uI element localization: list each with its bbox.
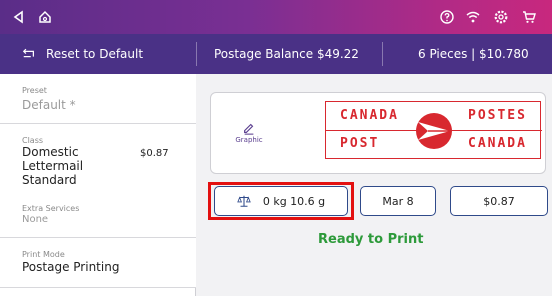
class-value-line3: Standard [22,173,77,187]
settings-sidebar: Preset Default * Class Domestic Letterma… [0,74,196,296]
back-triangle-icon[interactable] [10,8,28,26]
cart-icon[interactable] [520,8,538,26]
pieces-summary[interactable]: 6 Pieces | $10.780 [418,34,529,74]
preset-label: Preset [22,86,47,95]
stamp-text-post: POST [340,136,380,151]
ready-to-print-status: Ready to Print [318,232,424,247]
extra-services-label: Extra Services [22,204,80,213]
print-mode-section[interactable]: Print Mode Postage Printing [0,238,196,288]
status-bar [0,0,552,34]
print-preview-card: Graphic CANADA POSTES POST CANADA [210,92,546,174]
extra-services-value: None [22,214,49,225]
postage-amount-value: $0.87 [483,194,515,208]
main-panel: Graphic CANADA POSTES POST CANADA 0 kg 1… [196,74,552,296]
reset-arrow-icon [22,48,34,58]
pencil-icon [244,123,254,135]
divider [382,42,383,66]
print-mode-label: Print Mode [22,250,65,259]
canada-post-indicia: CANADA POSTES POST CANADA [325,101,542,159]
canada-post-logo-icon [416,113,452,149]
postage-balance[interactable]: Postage Balance $49.22 [214,34,359,74]
stamp-text-canada-fr: CANADA [468,136,527,151]
class-label: Class [22,136,44,145]
graphic-button[interactable]: Graphic [229,121,269,144]
class-price: $0.87 [140,148,169,159]
class-section[interactable]: Class Domestic Lettermail Standard $0.87… [0,124,196,238]
reset-label: Reset to Default [46,47,144,61]
date-value: Mar 8 [382,194,414,208]
preset-value: Default * [22,98,76,112]
reset-to-default-button[interactable]: Reset to Default [22,34,143,74]
date-button[interactable]: Mar 8 [360,186,436,216]
postage-balance-label: Postage Balance $49.22 [214,47,359,61]
class-value-line1: Domestic [22,145,79,159]
home-icon[interactable] [36,8,54,26]
class-value-line2: Lettermail [22,159,84,173]
help-icon[interactable] [438,8,456,26]
settings-icon[interactable] [492,8,510,26]
pieces-summary-label: 6 Pieces | $10.780 [418,47,529,61]
stamp-text-postes: POSTES [468,108,527,123]
postage-amount-button[interactable]: $0.87 [450,186,548,216]
weight-highlight-box [208,182,354,220]
action-bar: Reset to Default Postage Balance $49.22 … [0,34,552,74]
preset-section[interactable]: Preset Default * [0,74,196,124]
stamp-text-canada: CANADA [340,108,399,123]
graphic-label: Graphic [235,136,263,144]
divider [196,42,197,66]
wifi-icon[interactable] [464,8,482,26]
print-mode-value: Postage Printing [22,260,120,274]
